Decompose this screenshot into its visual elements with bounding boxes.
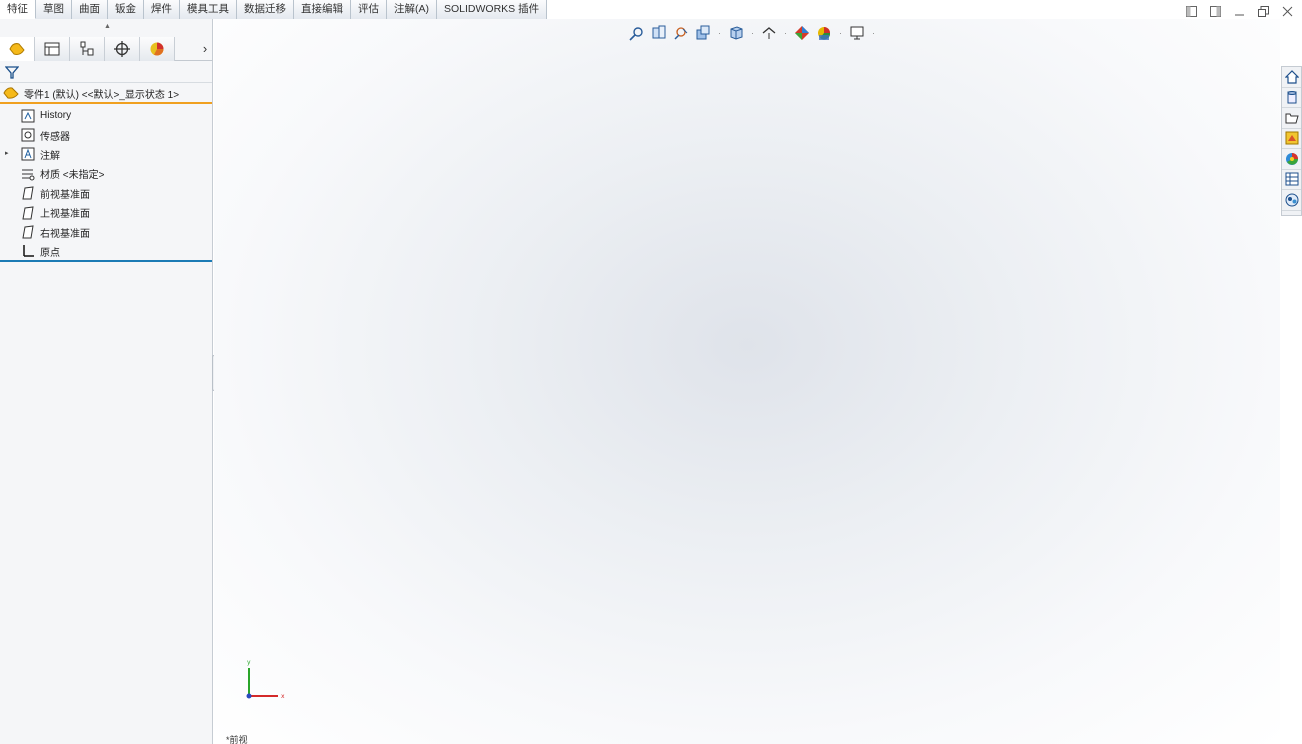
- triad-y-label: y: [247, 659, 251, 666]
- tree-item-origin[interactable]: 原点: [0, 242, 212, 261]
- part-label: 零件1 (默认) <<默认>_显示状态 1>: [24, 89, 180, 101]
- sensor-icon: [21, 128, 35, 142]
- view-palette-icon[interactable]: [1282, 129, 1301, 149]
- tab-solidworks-addins[interactable]: SOLIDWORKS 插件: [437, 0, 548, 19]
- tree-item-material[interactable]: 材质 <未指定>: [0, 164, 212, 183]
- command-manager-tabs: 特征 草图 曲面 钣金 焊件 模具工具 数据迁移 直接编辑 评估 注解(A) S…: [0, 0, 548, 19]
- material-icon: [22, 169, 35, 181]
- panel-collapse-handle[interactable]: ▲: [104, 23, 111, 30]
- triad-x-label: x: [281, 693, 285, 700]
- window-controls: [1184, 4, 1294, 18]
- close-icon[interactable]: [1280, 4, 1294, 18]
- view-orientation-icon[interactable]: [727, 24, 745, 42]
- restore-icon[interactable]: [1256, 4, 1270, 18]
- feature-tree: History 传感器 ▸ 注解 材质 <未指定> 前视基准面 上视基准面 右视…: [0, 106, 212, 262]
- plane-icon: [22, 225, 34, 239]
- minimize-icon[interactable]: [1232, 4, 1246, 18]
- plane-icon: [22, 186, 34, 200]
- reference-triad: y x: [240, 656, 290, 707]
- tree-item-sensors[interactable]: 传感器: [0, 125, 212, 144]
- zoom-to-fit-icon[interactable]: [628, 24, 646, 42]
- previous-view-icon[interactable]: [672, 24, 690, 42]
- feature-tree-icon: [9, 43, 25, 55]
- graphics-viewport[interactable]: [214, 19, 1280, 744]
- featuremanager-tab[interactable]: [0, 37, 35, 61]
- solidworks-forum-icon[interactable]: [1282, 190, 1301, 211]
- section-view-icon[interactable]: [694, 24, 712, 42]
- file-explorer-icon[interactable]: [1282, 108, 1301, 129]
- tab-weldments[interactable]: 焊件: [144, 0, 180, 19]
- tree-item-history[interactable]: History: [0, 106, 212, 125]
- history-icon: [21, 109, 35, 123]
- tab-features[interactable]: 特征: [0, 0, 36, 19]
- tab-evaluate[interactable]: 评估: [351, 0, 387, 19]
- property-manager-icon: [44, 42, 60, 56]
- tab-annotations[interactable]: 注解(A): [387, 0, 437, 19]
- tile-right-icon[interactable]: [1208, 4, 1222, 18]
- configurationmanager-tab[interactable]: [70, 37, 105, 61]
- heads-up-view-toolbar: · · · · ·: [628, 24, 877, 42]
- dimxpertmanager-tab[interactable]: [105, 37, 140, 61]
- tree-root-part[interactable]: 零件1 (默认) <<默认>_显示状态 1>: [0, 84, 212, 104]
- solidworks-resources-home-icon[interactable]: [1282, 67, 1301, 88]
- propertymanager-tab[interactable]: [35, 37, 70, 61]
- tree-item-top-plane[interactable]: 上视基准面: [0, 203, 212, 222]
- edit-appearance-icon[interactable]: [815, 24, 833, 42]
- display-style-icon[interactable]: [760, 24, 778, 42]
- feature-manager-panel: ▲ › 零件1 (默认) <<默认>_显示状态 1> History 传感器 ▸…: [0, 19, 213, 744]
- zoom-area-icon[interactable]: [650, 24, 668, 42]
- more-tabs-chevron-icon[interactable]: ›: [197, 37, 213, 60]
- design-library-icon[interactable]: [1282, 88, 1301, 108]
- custom-properties-icon[interactable]: [1282, 170, 1301, 190]
- part-icon: [3, 87, 19, 99]
- configuration-manager-icon: [80, 41, 94, 56]
- tab-mold-tools[interactable]: 模具工具: [180, 0, 237, 19]
- tab-surfaces[interactable]: 曲面: [72, 0, 108, 19]
- task-pane-tabs: [1281, 66, 1302, 216]
- tab-sketch[interactable]: 草图: [36, 0, 72, 19]
- tab-sheet-metal[interactable]: 钣金: [108, 0, 144, 19]
- displaymanager-tab[interactable]: [140, 37, 175, 61]
- plane-icon: [22, 206, 34, 220]
- origin-icon: [23, 245, 34, 258]
- tab-data-migration[interactable]: 数据迁移: [237, 0, 294, 19]
- view-settings-icon[interactable]: [848, 24, 866, 42]
- tile-left-icon[interactable]: [1184, 4, 1198, 18]
- tree-filter-row[interactable]: [0, 63, 212, 83]
- tree-item-front-plane[interactable]: 前视基准面: [0, 184, 212, 203]
- appearances-scenes-icon[interactable]: [1282, 149, 1301, 170]
- annotation-icon: [21, 147, 35, 161]
- expand-arrow-icon[interactable]: ▸: [5, 149, 9, 157]
- appearance-ball-icon: [150, 42, 164, 56]
- hide-show-items-icon[interactable]: [793, 24, 811, 42]
- filter-icon: [5, 66, 19, 79]
- tree-item-annotations[interactable]: ▸ 注解: [0, 145, 212, 164]
- crosshair-icon: [114, 41, 130, 57]
- tab-direct-editing[interactable]: 直接编辑: [294, 0, 351, 19]
- panel-tabs: ›: [0, 37, 213, 61]
- tree-item-right-plane[interactable]: 右视基准面: [0, 222, 212, 241]
- view-name-label: *前视: [226, 735, 248, 744]
